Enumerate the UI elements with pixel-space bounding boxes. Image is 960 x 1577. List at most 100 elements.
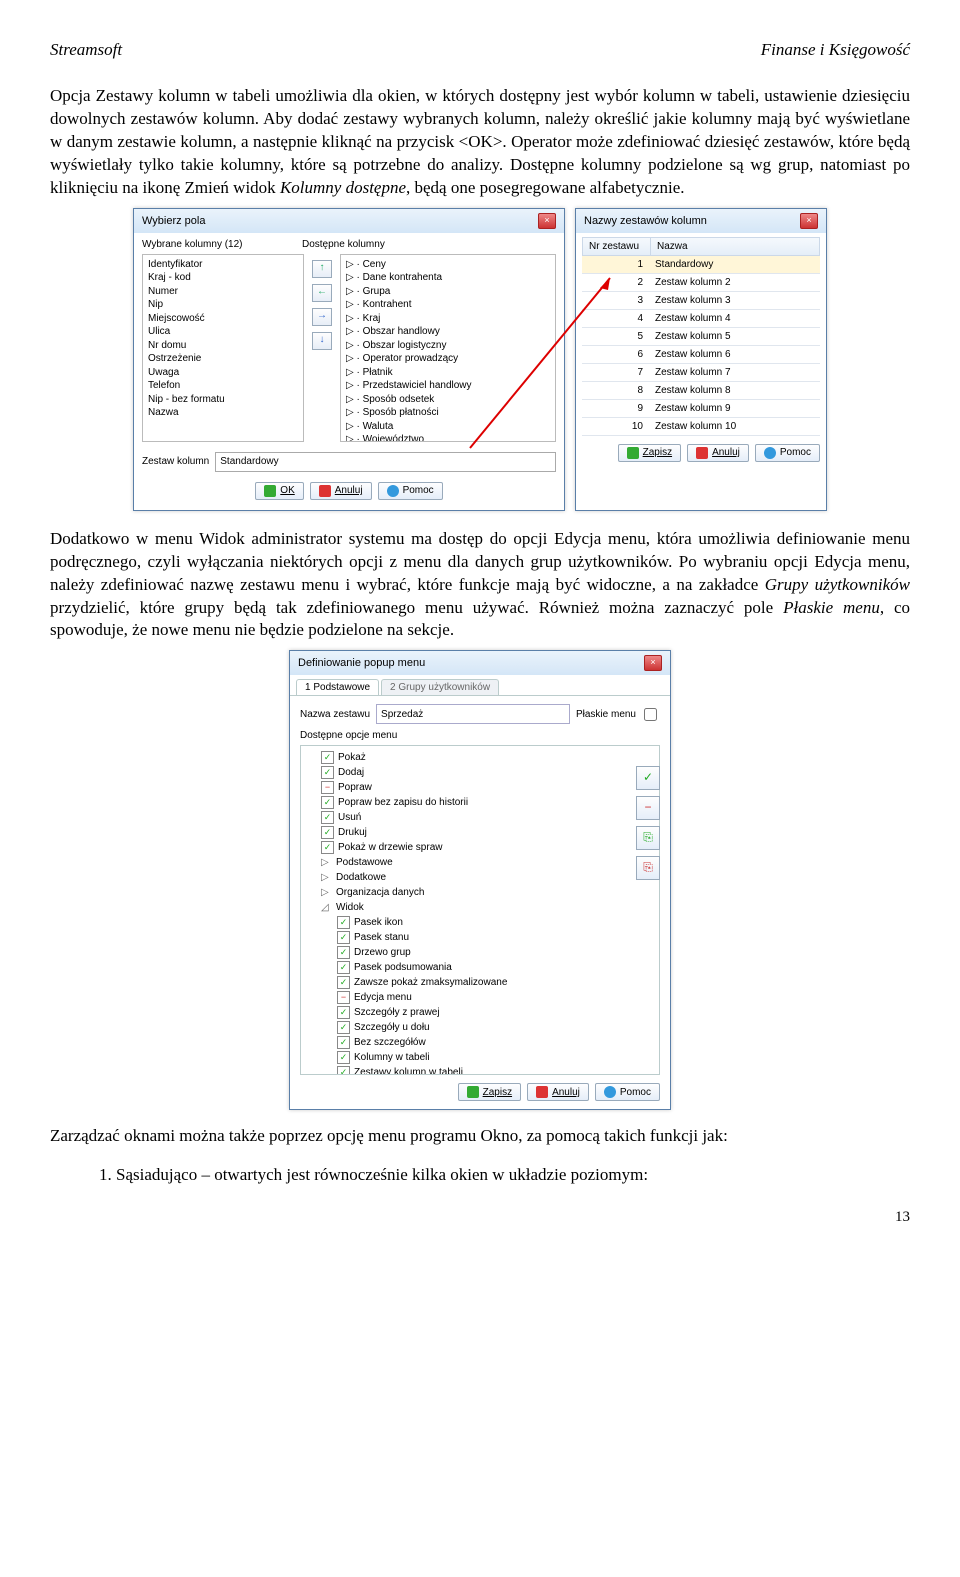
list-item[interactable]: Telefon — [148, 379, 298, 393]
nazwa-zestawu-label: Nazwa zestawu — [300, 709, 370, 720]
table-row[interactable]: 1Standardowy — [582, 256, 820, 274]
table-row[interactable]: 7Zestaw kolumn 7 — [582, 364, 820, 382]
save-button[interactable]: Zapisz — [618, 444, 681, 462]
tab-grupy-uzytkownikow[interactable]: 2 Grupy użytkowników — [381, 679, 499, 695]
tree-collapse-icon[interactable]: − — [636, 796, 660, 820]
move-down-icon[interactable]: ↓ — [312, 332, 332, 350]
tree-item[interactable]: Zestawy kolumn w tabeli — [307, 1065, 653, 1075]
close-icon[interactable]: × — [800, 213, 818, 229]
tree-item[interactable]: Drukuj — [307, 825, 653, 840]
list-item[interactable]: Miejscowość — [148, 312, 298, 326]
tree-delete-icon[interactable]: ⎘ — [636, 856, 660, 880]
table-row[interactable]: 3Zestaw kolumn 3 — [582, 292, 820, 310]
tree-expand-icon[interactable]: ✓ — [636, 766, 660, 790]
tree-item[interactable]: ◿Widok — [307, 900, 653, 915]
ok-button[interactable]: OK — [255, 482, 303, 500]
plaskie-menu-checkbox[interactable] — [644, 708, 657, 721]
list-item[interactable]: Nip - bez formatu — [148, 393, 298, 407]
help-button[interactable]: Pomoc — [755, 444, 820, 462]
check-icon — [627, 447, 639, 459]
list-item[interactable]: Identyfikator — [148, 258, 298, 272]
list-item[interactable]: ▷ · Obszar logistyczny — [346, 339, 550, 353]
cancel-icon — [696, 447, 708, 459]
list-item[interactable]: ▷ · Województwo — [346, 433, 550, 442]
selected-columns-list[interactable]: IdentyfikatorKraj - kodNumerNipMiejscowo… — [142, 254, 304, 442]
list-item[interactable]: Ostrzeżenie — [148, 352, 298, 366]
list-item[interactable]: Nr domu — [148, 339, 298, 353]
cancel-button[interactable]: Anuluj — [687, 444, 749, 462]
tree-item[interactable]: Pokaż w drzewie spraw — [307, 840, 653, 855]
tree-item[interactable]: ▷Organizacja danych — [307, 885, 653, 900]
cancel-icon — [536, 1086, 548, 1098]
tree-item[interactable]: Popraw bez zapisu do historii — [307, 795, 653, 810]
nazwa-zestawu-input[interactable] — [376, 704, 570, 724]
list-item[interactable]: ▷ · Sposób płatności — [346, 406, 550, 420]
tree-item[interactable]: Szczegóły u dołu — [307, 1020, 653, 1035]
list-item[interactable]: ▷ · Dane kontrahenta — [346, 271, 550, 285]
list-item[interactable]: Nazwa — [148, 406, 298, 420]
move-up-icon[interactable]: ↑ — [312, 260, 332, 278]
cancel-button[interactable]: Anuluj — [310, 482, 372, 500]
table-row[interactable]: 8Zestaw kolumn 8 — [582, 382, 820, 400]
list-item: Sąsiadująco – otwartych jest równocześni… — [116, 1165, 910, 1185]
close-icon[interactable]: × — [538, 213, 556, 229]
table-row[interactable]: 5Zestaw kolumn 5 — [582, 328, 820, 346]
paragraph-1: Opcja Zestawy kolumn w tabeli umożliwia … — [50, 85, 910, 200]
tree-item[interactable]: Pokaż — [307, 750, 653, 765]
list-item[interactable]: ▷ · Obszar handlowy — [346, 325, 550, 339]
tree-item[interactable]: Bez szczegółów — [307, 1035, 653, 1050]
tab-podstawowe[interactable]: 1 Podstawowe — [296, 679, 379, 695]
col-header-nr: Nr zestawu — [583, 238, 651, 255]
check-icon — [467, 1086, 479, 1098]
list-item[interactable]: ▷ · Waluta — [346, 420, 550, 434]
list-item[interactable]: ▷ · Ceny — [346, 258, 550, 272]
table-row[interactable]: 9Zestaw kolumn 9 — [582, 400, 820, 418]
help-button[interactable]: Pomoc — [378, 482, 443, 500]
list-item[interactable]: ▷ · Płatnik — [346, 366, 550, 380]
close-icon[interactable]: × — [644, 655, 662, 671]
move-right-icon[interactable]: → — [312, 308, 332, 326]
tree-item[interactable]: Edycja menu — [307, 990, 653, 1005]
list-item[interactable]: Numer — [148, 285, 298, 299]
list-item[interactable]: Uwaga — [148, 366, 298, 380]
list-item[interactable]: Kraj - kod — [148, 271, 298, 285]
zestaw-label: Zestaw kolumn — [142, 456, 209, 467]
list-item[interactable]: ▷ · Grupa — [346, 285, 550, 299]
tree-item[interactable]: ▷Podstawowe — [307, 855, 653, 870]
table-row[interactable]: 6Zestaw kolumn 6 — [582, 346, 820, 364]
zestaw-select[interactable] — [215, 452, 556, 472]
table-row[interactable]: 10Zestaw kolumn 10 — [582, 418, 820, 436]
cancel-button[interactable]: Anuluj — [527, 1083, 589, 1101]
help-icon — [764, 447, 776, 459]
table-row[interactable]: 2Zestaw kolumn 2 — [582, 274, 820, 292]
available-columns-list[interactable]: ▷ · Ceny▷ · Dane kontrahenta▷ · Grupa▷ ·… — [340, 254, 556, 442]
tree-item[interactable]: ▷Dodatkowe — [307, 870, 653, 885]
page-number: 13 — [50, 1209, 910, 1226]
tree-item[interactable]: Popraw — [307, 780, 653, 795]
help-button[interactable]: Pomoc — [595, 1083, 660, 1101]
tree-item[interactable]: Drzewo grup — [307, 945, 653, 960]
list-item[interactable]: Ulica — [148, 325, 298, 339]
paragraph-2: Dodatkowo w menu Widok administrator sys… — [50, 528, 910, 643]
list-item[interactable]: ▷ · Przedstawiciel handlowy — [346, 379, 550, 393]
tree-item[interactable]: Pasek ikon — [307, 915, 653, 930]
tree-item[interactable]: Kolumny w tabeli — [307, 1050, 653, 1065]
tree-item[interactable]: Dodaj — [307, 765, 653, 780]
menu-tree[interactable]: PokażDodajPoprawPopraw bez zapisu do his… — [300, 745, 660, 1075]
tree-item[interactable]: Zawsze pokaż zmaksymalizowane — [307, 975, 653, 990]
table-row[interactable]: 4Zestaw kolumn 4 — [582, 310, 820, 328]
tree-item[interactable]: Usuń — [307, 810, 653, 825]
wybierz-pola-window: Wybierz pola × Wybrane kolumny (12) Dost… — [133, 208, 565, 511]
list-item[interactable]: Nip — [148, 298, 298, 312]
tree-item[interactable]: Szczegóły z prawej — [307, 1005, 653, 1020]
list-item[interactable]: ▷ · Kontrahent — [346, 298, 550, 312]
move-left-icon[interactable]: ← — [312, 284, 332, 302]
save-button[interactable]: Zapisz — [458, 1083, 521, 1101]
list-item[interactable]: ▷ · Kraj — [346, 312, 550, 326]
tree-item[interactable]: Pasek podsumowania — [307, 960, 653, 975]
list-item[interactable]: ▷ · Sposób odsetek — [346, 393, 550, 407]
window-title: Nazwy zestawów kolumn — [584, 215, 707, 227]
list-item[interactable]: ▷ · Operator prowadzący — [346, 352, 550, 366]
tree-uncheck-icon[interactable]: ⎘ — [636, 826, 660, 850]
tree-item[interactable]: Pasek stanu — [307, 930, 653, 945]
